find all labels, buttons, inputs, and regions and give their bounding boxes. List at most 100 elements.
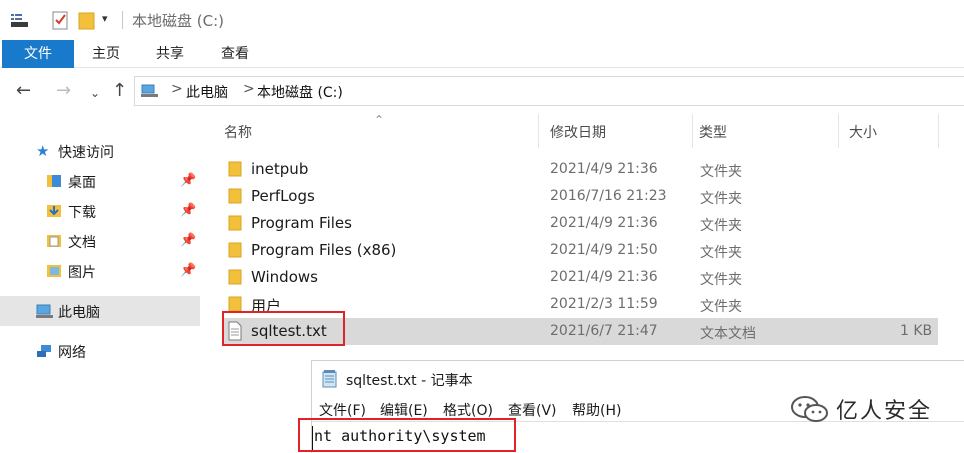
- file-name: inetpub: [251, 160, 309, 178]
- column-label: 名称: [224, 125, 252, 141]
- file-list-row[interactable]: inetpub 2021/4/9 21:36 文件夹: [224, 156, 938, 183]
- back-arrow-icon[interactable]: ←: [16, 81, 31, 101]
- watermark-text: 亿人安全: [836, 399, 933, 424]
- column-header-type[interactable]: 类型: [693, 114, 838, 148]
- picture-icon: [46, 264, 62, 282]
- tab-view[interactable]: 查看: [211, 40, 259, 68]
- file-type: 文件夹: [700, 218, 742, 234]
- file-list-row[interactable]: PerfLogs 2016/7/16 21:23 文件夹: [224, 183, 938, 210]
- download-icon: [46, 204, 62, 222]
- breadcrumb-local-disk[interactable]: 本地磁盘 (C:): [257, 82, 343, 102]
- sidebar-item-this-pc[interactable]: 此电脑: [0, 296, 200, 326]
- notepad-icon: [322, 370, 338, 392]
- file-size: 1 KB: [900, 323, 933, 339]
- wechat-icon: [790, 395, 830, 429]
- recent-locations-chevron-icon[interactable]: ⌄: [90, 83, 100, 103]
- properties-icon[interactable]: [50, 10, 70, 34]
- sidebar-label: 桌面: [68, 175, 96, 191]
- folder-icon: [228, 188, 242, 204]
- file-name: Program Files (x86): [251, 241, 397, 259]
- file-date: 2021/6/7 21:47: [550, 323, 658, 339]
- sidebar-item-downloads[interactable]: 下载 📌: [0, 196, 200, 226]
- star-icon: ★: [36, 142, 50, 160]
- window-title: 本地磁盘 (C:): [132, 12, 224, 30]
- file-name: PerfLogs: [251, 187, 315, 205]
- up-arrow-icon[interactable]: ↑: [112, 81, 127, 101]
- address-bar[interactable]: > 此电脑 > 本地磁盘 (C:): [134, 76, 964, 106]
- menu-file[interactable]: 文件(F): [319, 400, 366, 420]
- highlight-box-content: [298, 418, 516, 452]
- folder-icon: [228, 242, 242, 258]
- menu-view[interactable]: 查看(V): [508, 400, 557, 420]
- file-type: 文件夹: [700, 245, 742, 261]
- pin-icon[interactable]: 📌: [180, 203, 196, 218]
- file-date: 2021/2/3 11:59: [550, 296, 658, 312]
- navigation-pane: ★ 快速访问 桌面 📌 下载 📌 文档 📌 图片 📌 此电脑 网络: [0, 114, 210, 453]
- forward-arrow-icon[interactable]: →: [56, 81, 71, 101]
- menu-edit[interactable]: 编辑(E): [380, 400, 428, 420]
- file-date: 2021/4/9 21:36: [550, 161, 658, 177]
- sidebar-label: 文档: [68, 235, 96, 251]
- pin-icon[interactable]: 📌: [180, 263, 196, 278]
- folder-icon: [228, 161, 242, 177]
- sidebar-item-network[interactable]: 网络: [0, 336, 200, 366]
- explorer-app-icon[interactable]: [10, 10, 30, 34]
- column-label: 类型: [699, 125, 727, 141]
- file-type: 文件夹: [700, 164, 742, 180]
- pin-icon[interactable]: 📌: [180, 233, 196, 248]
- file-list-row[interactable]: Program Files 2021/4/9 21:36 文件夹: [224, 210, 938, 237]
- new-folder-icon[interactable]: [78, 10, 96, 34]
- title-separator: [122, 11, 123, 29]
- file-type: 文件夹: [700, 272, 742, 288]
- ribbon-tabs: 文件 主页 共享 查看: [0, 40, 964, 68]
- column-header-date[interactable]: 修改日期: [539, 114, 692, 148]
- file-date: 2021/4/9 21:50: [550, 242, 658, 258]
- desktop-icon: [46, 174, 62, 192]
- sidebar-label: 图片: [68, 265, 96, 281]
- tab-home[interactable]: 主页: [82, 40, 130, 68]
- column-header-name[interactable]: 名称 ⌃: [210, 113, 538, 148]
- folder-icon: [228, 215, 242, 231]
- file-name: Windows: [251, 268, 318, 286]
- column-divider[interactable]: [938, 114, 939, 148]
- file-list-row[interactable]: Windows 2021/4/9 21:36 文件夹: [224, 264, 938, 291]
- breadcrumb-separator: >: [243, 81, 255, 97]
- file-type: 文本文档: [700, 326, 756, 342]
- pin-icon[interactable]: 📌: [180, 173, 196, 188]
- menu-format[interactable]: 格式(O): [443, 400, 493, 420]
- title-bar: ▾ 本地磁盘 (C:): [0, 0, 964, 40]
- file-type: 文件夹: [700, 299, 742, 315]
- document-icon: [46, 234, 62, 252]
- column-label: 修改日期: [550, 125, 606, 141]
- tab-file[interactable]: 文件: [2, 40, 74, 68]
- column-label: 大小: [849, 125, 877, 141]
- file-type: 文件夹: [700, 191, 742, 207]
- file-list-row[interactable]: Program Files (x86) 2021/4/9 21:50 文件夹: [224, 237, 938, 264]
- file-date: 2021/4/9 21:36: [550, 215, 658, 231]
- sidebar-item-desktop[interactable]: 桌面 📌: [0, 166, 200, 196]
- breadcrumb-this-pc[interactable]: 此电脑: [186, 82, 228, 102]
- sidebar-label: 此电脑: [58, 305, 100, 321]
- sidebar-label: 网络: [58, 345, 86, 361]
- sidebar-label: 快速访问: [58, 145, 114, 161]
- folder-icon: [228, 269, 242, 285]
- column-header-size[interactable]: 大小: [839, 114, 939, 148]
- sort-ascending-icon: ⌃: [374, 113, 385, 127]
- customize-toolbar-icon[interactable]: ▾: [102, 12, 108, 25]
- highlight-box-filename: [222, 311, 345, 346]
- notepad-title-bar: sqltest.txt - 记事本: [312, 361, 964, 395]
- file-date: 2021/4/9 21:36: [550, 269, 658, 285]
- tab-share[interactable]: 共享: [146, 40, 194, 68]
- sidebar-item-pictures[interactable]: 图片 📌: [0, 256, 200, 286]
- breadcrumb-separator: >: [171, 81, 183, 97]
- sidebar-item-quick-access[interactable]: ★ 快速访问: [0, 136, 200, 166]
- computer-icon: [141, 84, 159, 102]
- sidebar-item-documents[interactable]: 文档 📌: [0, 226, 200, 256]
- menu-help[interactable]: 帮助(H): [572, 400, 621, 420]
- notepad-title: sqltest.txt - 记事本: [346, 373, 473, 389]
- file-date: 2016/7/16 21:23: [550, 188, 667, 204]
- folder-icon: [228, 296, 242, 312]
- navigation-bar: ← → ⌄ ↑ > 此电脑 > 本地磁盘 (C:): [0, 68, 964, 114]
- file-name: Program Files: [251, 214, 352, 232]
- computer-icon: [36, 304, 54, 323]
